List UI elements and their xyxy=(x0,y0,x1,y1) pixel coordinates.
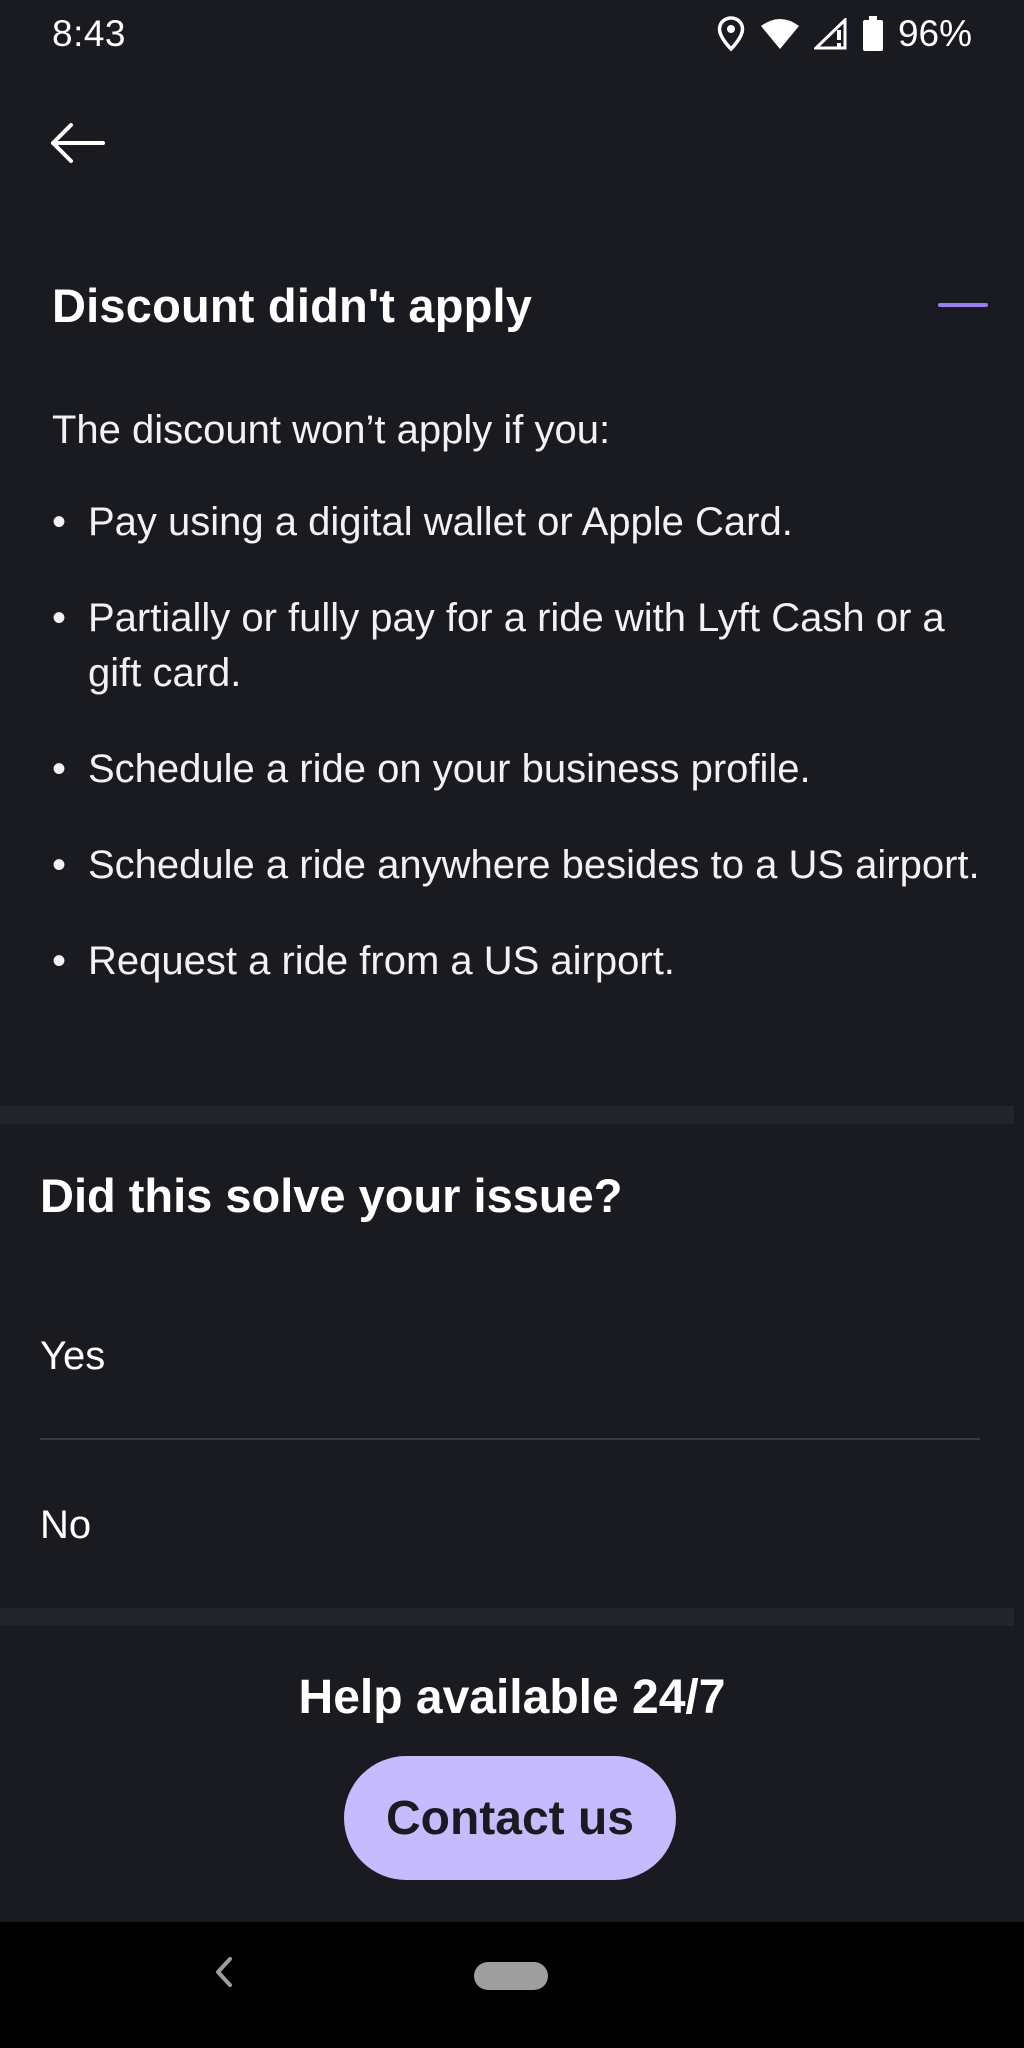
back-button[interactable] xyxy=(44,112,110,178)
list-item: • Request a ride from a US airport. xyxy=(52,934,982,989)
list-item-text: Partially or fully pay for a ride with L… xyxy=(88,596,945,695)
signal-icon xyxy=(813,18,848,50)
system-nav-bar xyxy=(0,1922,1024,2048)
minus-icon xyxy=(938,303,988,307)
help-title: Help available 24/7 xyxy=(298,1671,726,1724)
bullet-icon: • xyxy=(52,747,67,791)
collapse-button[interactable] xyxy=(928,285,988,325)
article-intro: The discount won’t apply if you: xyxy=(52,408,611,452)
help-article-screen: 8:43 96% Discount didn't apply The disco… xyxy=(0,0,1024,2048)
feedback-question: Did this solve your issue? xyxy=(40,1169,623,1222)
status-icons: 96% xyxy=(716,13,972,55)
list-item: • Schedule a ride anywhere besides to a … xyxy=(52,838,982,893)
home-pill-icon[interactable] xyxy=(474,1962,548,1990)
system-back-button[interactable] xyxy=(204,1952,244,1996)
battery-percent: 96% xyxy=(897,13,972,54)
list-item-text: Schedule a ride on your business profile… xyxy=(88,747,811,791)
bullet-icon: • xyxy=(52,939,67,983)
option-label: Yes xyxy=(40,1333,106,1378)
feedback-yes-option[interactable]: Yes xyxy=(40,1296,980,1416)
status-bar: 8:43 96% xyxy=(0,0,1024,68)
article-title: Discount didn't apply xyxy=(52,278,533,332)
bullet-icon: • xyxy=(52,596,67,640)
bullet-icon: • xyxy=(52,843,67,887)
battery-icon xyxy=(862,16,884,52)
section-divider xyxy=(0,1608,1014,1626)
list-item-text: Request a ride from a US airport. xyxy=(88,939,675,983)
condition-list: • Pay using a digital wallet or Apple Ca… xyxy=(52,495,982,1030)
list-item-text: Schedule a ride anywhere besides to a US… xyxy=(88,843,980,887)
article-header[interactable]: Discount didn't apply xyxy=(52,270,988,340)
bullet-icon: • xyxy=(52,500,67,544)
location-icon xyxy=(716,16,746,52)
list-item: • Partially or fully pay for a ride with… xyxy=(52,591,982,701)
option-label: No xyxy=(40,1502,92,1547)
wifi-icon xyxy=(760,18,800,50)
section-divider xyxy=(0,1106,1014,1124)
contact-us-button[interactable]: Contact us xyxy=(344,1756,676,1880)
option-divider xyxy=(40,1438,980,1440)
feedback-no-option[interactable]: No xyxy=(40,1465,980,1585)
list-item-text: Pay using a digital wallet or Apple Card… xyxy=(88,500,793,544)
list-item: • Pay using a digital wallet or Apple Ca… xyxy=(52,495,982,550)
status-time: 8:43 xyxy=(52,13,127,54)
list-item: • Schedule a ride on your business profi… xyxy=(52,742,982,797)
chevron-left-icon xyxy=(214,1956,234,1993)
arrow-left-icon xyxy=(49,122,105,168)
